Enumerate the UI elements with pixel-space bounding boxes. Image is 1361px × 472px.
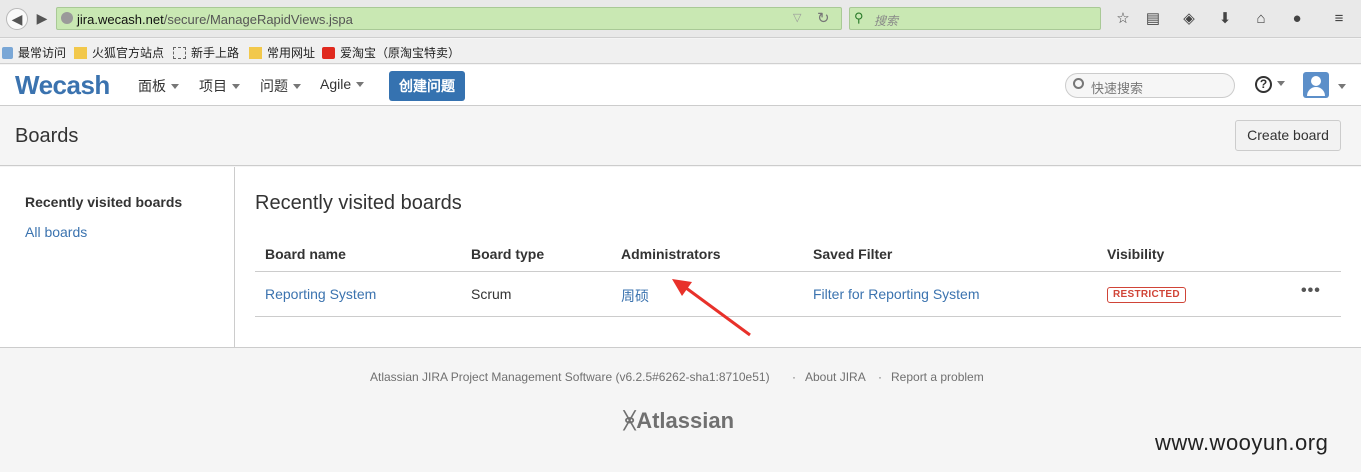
page-header: Boards Create board (0, 107, 1361, 166)
taobao-icon (322, 47, 335, 59)
dropdown-arrow-icon[interactable]: ▽ (793, 11, 801, 24)
annotation-arrow-icon (672, 279, 751, 337)
menu-projects[interactable]: 项目 (199, 76, 240, 96)
chevron-down-icon (171, 84, 179, 89)
browser-toolbar: ◀ ▶ jira.wecash.net/secure/ManageRapidVi… (0, 0, 1361, 38)
watermark: www.wooyun.org (1155, 430, 1329, 455)
forward-icon[interactable]: ▶ (31, 8, 53, 30)
reading-list-icon[interactable]: ▤ (1143, 9, 1163, 29)
section-heading: Recently visited boards (255, 192, 462, 214)
footer: Atlassian JIRA Project Management Softwa… (0, 349, 1361, 472)
status-badge: RESTRICTED (1107, 287, 1186, 303)
url-bar[interactable]: jira.wecash.net/secure/ManageRapidViews.… (56, 7, 842, 30)
footer-separator: · (878, 370, 882, 384)
footer-software-version: Atlassian JIRA Project Management Softwa… (370, 370, 770, 384)
administrator-link[interactable]: 周硕 (621, 286, 649, 306)
menu-agile[interactable]: Agile (320, 76, 365, 92)
column-header-visibility: Visibility (1107, 246, 1165, 262)
help-menu[interactable]: ? (1255, 75, 1285, 93)
bookmark-common-sites[interactable]: 常用网址 (249, 44, 315, 61)
star-icon[interactable]: ☆ (1113, 9, 1133, 29)
create-issue-button[interactable]: 创建问题 (389, 71, 465, 101)
sidebar: Recently visited boards All boards (0, 167, 235, 348)
chevron-down-icon (1277, 81, 1285, 86)
bookmark-firefox[interactable]: 火狐官方站点 (74, 44, 164, 61)
bookmark-getting-started[interactable]: 新手上路 (173, 44, 239, 61)
bookmark-icon (2, 47, 13, 59)
footer-separator: · (792, 370, 796, 384)
column-header-saved-filter: Saved Filter (813, 246, 893, 262)
chevron-down-icon[interactable] (1338, 84, 1346, 89)
quick-search-placeholder: 快速搜索 (1091, 81, 1144, 96)
content-area: Recently visited boards All boards Recen… (0, 167, 1361, 348)
page-title: Boards (15, 125, 79, 147)
more-actions-button[interactable]: ••• (1301, 282, 1321, 300)
divider (255, 271, 1341, 272)
menu-icon[interactable]: ≡ (1329, 9, 1349, 29)
column-header-board-name: Board name (265, 246, 346, 262)
folder-icon (249, 47, 262, 59)
folder-icon (74, 47, 87, 59)
home-icon[interactable]: ⌂ (1251, 9, 1271, 29)
search-placeholder: 搜索 (874, 14, 899, 28)
user-icon-body (1307, 87, 1325, 96)
board-type: Scrum (471, 286, 512, 302)
atlassian-logo[interactable]: ᚸAtlassian (623, 408, 734, 434)
bookmarks-bar: 最常访问 火狐官方站点 新手上路 常用网址 爱淘宝（原淘宝特卖） (0, 39, 1361, 64)
site-info-icon[interactable] (61, 12, 73, 24)
back-icon[interactable]: ◀ (6, 8, 28, 30)
chevron-down-icon (356, 82, 365, 87)
divider (255, 316, 1341, 317)
chat-icon[interactable]: ● (1287, 9, 1307, 29)
footer-report-link[interactable]: Report a problem (891, 370, 984, 384)
column-header-board-type: Board type (471, 246, 545, 262)
browser-search-input[interactable]: ⚲ 搜索 (849, 7, 1101, 30)
column-header-administrators: Administrators (621, 246, 721, 262)
quick-search-input[interactable]: 快速搜索 (1065, 73, 1235, 98)
sidebar-item-all-boards[interactable]: All boards (25, 224, 87, 240)
pocket-icon[interactable]: ◈ (1179, 9, 1199, 29)
create-board-button[interactable]: Create board (1235, 120, 1341, 151)
reload-icon[interactable]: ↻ (817, 9, 830, 27)
search-icon (1073, 78, 1084, 89)
saved-filter-link[interactable]: Filter for Reporting System (813, 286, 980, 302)
jira-header: Wecash 面板 项目 问题 Agile 创建问题 快速搜索 ? (0, 65, 1361, 106)
sidebar-item-recent[interactable]: Recently visited boards (25, 194, 182, 210)
user-icon (1311, 76, 1321, 86)
atlassian-mark-icon: ᚸ (623, 408, 637, 433)
chevron-down-icon (293, 84, 301, 89)
footer-about-link[interactable]: About JIRA (805, 370, 866, 384)
bookmark-most-visited[interactable]: 最常访问 (2, 44, 66, 61)
menu-dashboards[interactable]: 面板 (138, 76, 179, 96)
menu-issues[interactable]: 问题 (260, 76, 301, 96)
wecash-logo[interactable]: Wecash (15, 70, 110, 101)
board-name-link[interactable]: Reporting System (265, 286, 376, 302)
bookmark-aitaobao[interactable]: 爱淘宝（原淘宝特卖） (322, 44, 460, 61)
avatar[interactable] (1303, 72, 1329, 98)
search-engine-icon[interactable]: ⚲ (854, 10, 864, 26)
chevron-down-icon (232, 84, 240, 89)
page-icon (173, 47, 186, 59)
url-text: jira.wecash.net/secure/ManageRapidViews.… (77, 12, 353, 27)
download-icon[interactable]: ⬇ (1215, 9, 1235, 29)
help-icon: ? (1255, 76, 1272, 93)
